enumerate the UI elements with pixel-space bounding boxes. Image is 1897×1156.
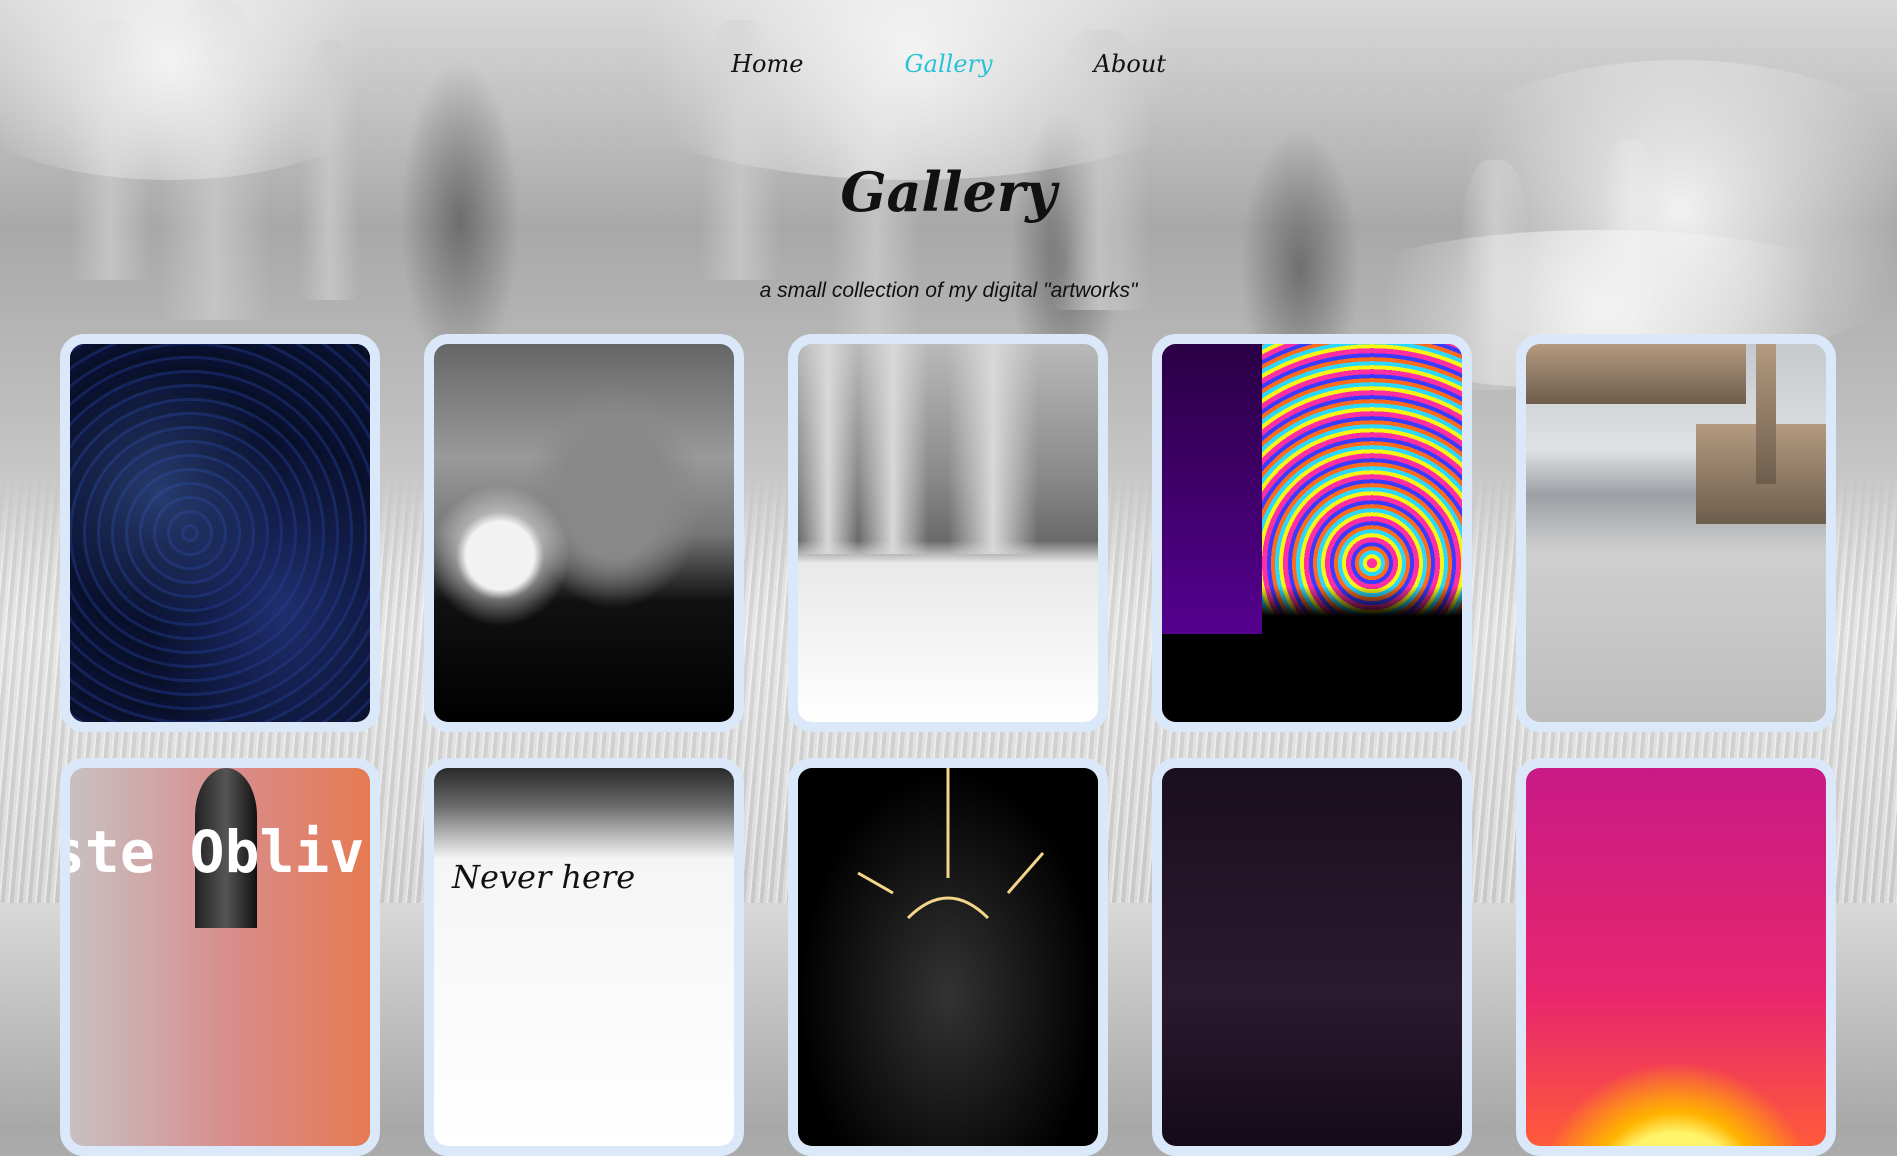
gallery-card-9[interactable] xyxy=(1152,758,1472,1156)
white-forest-artwork xyxy=(798,344,1098,722)
nav-gallery-link[interactable]: Gallery xyxy=(905,50,993,78)
gallery-card-6[interactable]: ste Obliv xyxy=(60,758,380,1156)
rocket-artwork-text: ste Obliv xyxy=(60,818,365,886)
sunset-artwork xyxy=(1526,768,1826,1146)
gallery-card-5[interactable] xyxy=(1516,334,1836,732)
gallery-card-7[interactable]: Never here xyxy=(424,758,744,1156)
moonlit-night-artwork xyxy=(434,344,734,722)
gallery-card-1[interactable] xyxy=(60,334,380,732)
floating-structures-artwork xyxy=(1526,344,1826,722)
nav-home-link[interactable]: Home xyxy=(731,50,803,78)
golden-light-artwork xyxy=(798,768,1098,1146)
never-here-artwork-text: Never here xyxy=(452,858,636,896)
main-nav: Home Gallery About xyxy=(0,50,1897,78)
gallery-card-8[interactable] xyxy=(788,758,1108,1156)
page-subtitle: a small collection of my digital "artwor… xyxy=(759,279,1138,302)
gallery-grid: ste Obliv Never here xyxy=(60,334,1836,1156)
nav-about-link[interactable]: About xyxy=(1094,50,1166,78)
psychedelic-tree-artwork xyxy=(1162,344,1462,722)
gallery-card-4[interactable] xyxy=(1152,334,1472,732)
rocket-artwork: ste Obliv xyxy=(70,768,370,1146)
never-here-artwork: Never here xyxy=(434,768,734,1146)
dark-sky-artwork xyxy=(1162,768,1462,1146)
gallery-card-3[interactable] xyxy=(788,334,1108,732)
page-title: Gallery xyxy=(840,160,1057,224)
gallery-card-2[interactable] xyxy=(424,334,744,732)
blue-nebula-artwork xyxy=(70,344,370,722)
gallery-card-10[interactable] xyxy=(1516,758,1836,1156)
